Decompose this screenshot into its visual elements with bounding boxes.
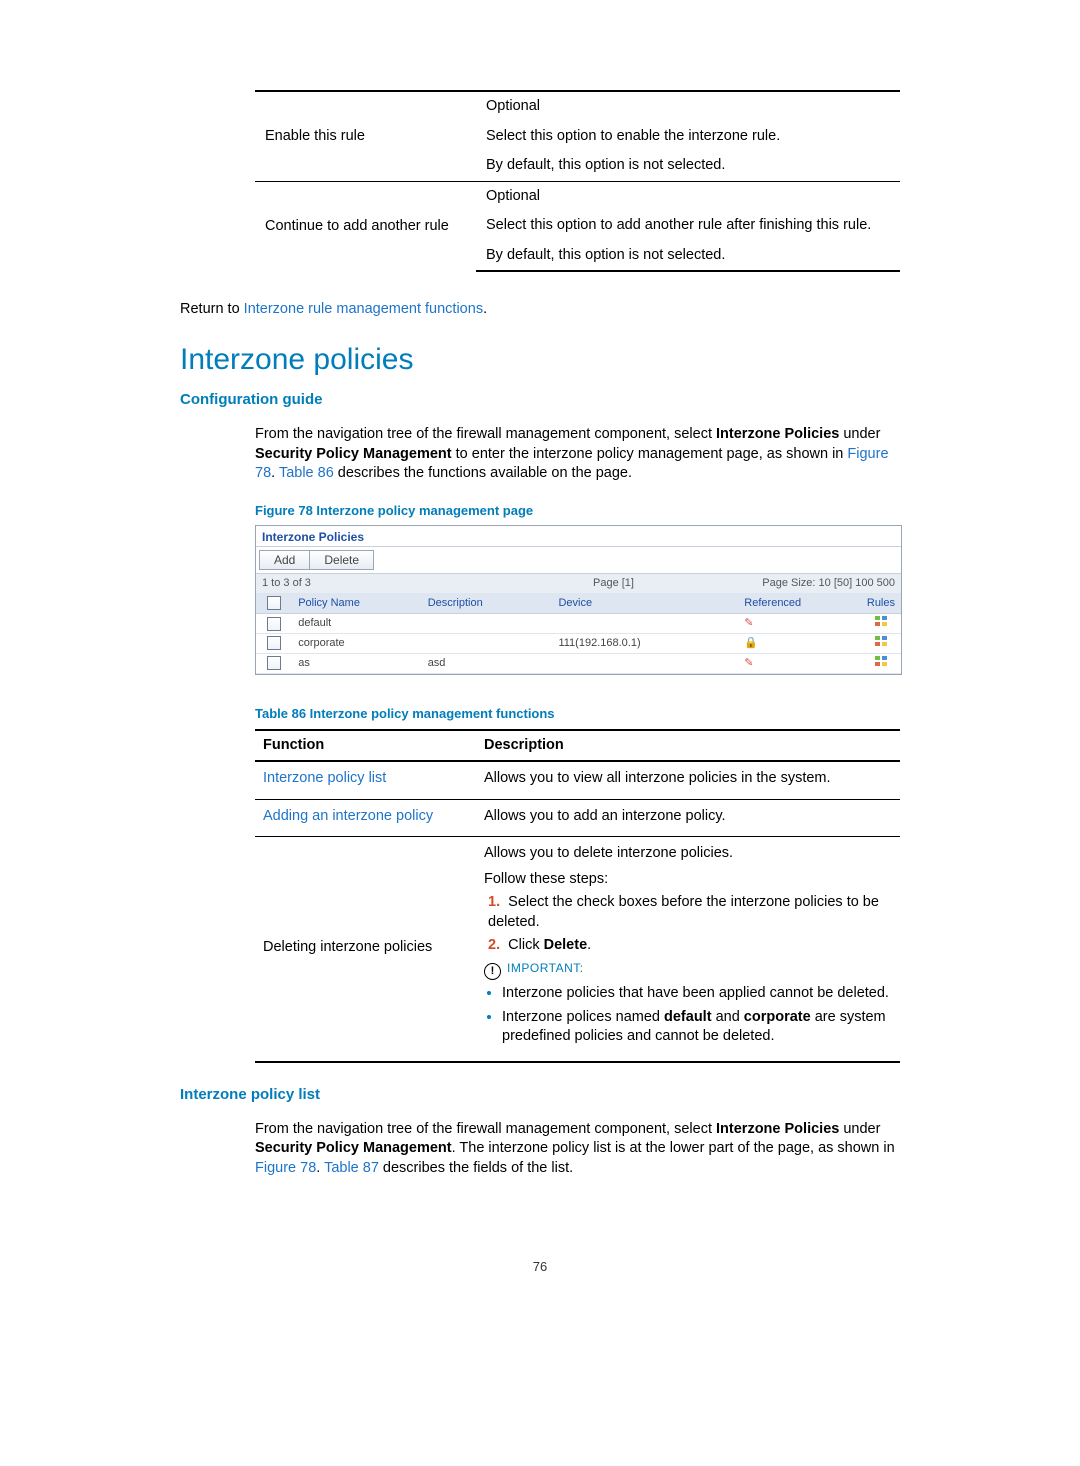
func-desc: Allows you to add an interzone policy. (476, 799, 900, 837)
row-checkbox[interactable] (267, 656, 281, 670)
important-icon: ! (484, 963, 501, 980)
config-guide-heading: Configuration guide (180, 390, 900, 410)
table-row: Interzone policy list Allows you to view… (255, 761, 900, 799)
col-policy-name: Policy Name (292, 593, 421, 614)
page-indicator: Page [1] (548, 574, 679, 593)
function-table: Function Description Interzone policy li… (255, 729, 900, 1063)
rules-icon[interactable] (875, 616, 887, 626)
param-line: Select this option to add another rule a… (476, 211, 900, 241)
rules-icon[interactable] (875, 656, 887, 666)
func-desc: Allows you to view all interzone policie… (476, 761, 900, 799)
policy-list-heading: Interzone policy list (180, 1085, 900, 1105)
record-range: 1 to 3 of 3 (256, 574, 548, 593)
adding-interzone-policy-link[interactable]: Adding an interzone policy (263, 808, 433, 824)
param-label: Enable this rule (255, 91, 476, 181)
edit-icon[interactable]: ✎ (744, 617, 753, 629)
return-line: Return to Interzone rule management func… (180, 300, 900, 320)
add-button[interactable]: Add (259, 550, 310, 570)
col-referenced: Referenced (738, 593, 861, 614)
policy-list-para: From the navigation tree of the firewall… (255, 1120, 900, 1179)
config-guide-para: From the navigation tree of the firewall… (255, 425, 900, 484)
lock-icon: 🔒 (744, 637, 758, 649)
figure-link[interactable]: Figure 78 (255, 1160, 316, 1176)
rules-icon[interactable] (875, 636, 887, 646)
col-description: Description (422, 593, 553, 614)
table-caption: Table 86 Interzone policy management fun… (255, 705, 900, 723)
func-header-description: Description (476, 730, 900, 762)
return-link[interactable]: Interzone rule management functions (244, 301, 483, 317)
figure-caption: Figure 78 Interzone policy management pa… (255, 502, 900, 520)
table-link[interactable]: Table 86 (279, 465, 334, 481)
param-line: By default, this option is not selected. (476, 241, 900, 272)
table-row: default ✎ (256, 614, 901, 634)
param-line: Optional (476, 181, 900, 211)
page-size: Page Size: 10 [50] 100 500 (679, 574, 901, 593)
important-label: ! IMPORTANT: (484, 959, 892, 980)
policy-grid: Policy Name Description Device Reference… (256, 593, 901, 674)
deleting-policies-label: Deleting interzone policies (255, 837, 476, 1062)
parameter-table: Enable this rule Optional Select this op… (255, 90, 900, 272)
page-number: 76 (180, 1258, 900, 1276)
interzone-policy-list-link[interactable]: Interzone policy list (263, 770, 386, 786)
param-label: Continue to add another rule (255, 181, 476, 271)
fig-status-bar: 1 to 3 of 3 Page [1] Page Size: 10 [50] … (256, 574, 901, 593)
figure-78-screenshot: Interzone Policies Add Delete 1 to 3 of … (255, 525, 902, 675)
list-item: Interzone polices named default and corp… (502, 1008, 892, 1047)
list-item: Interzone policies that have been applie… (502, 984, 892, 1004)
fig-panel-title: Interzone Policies (256, 526, 901, 546)
row-checkbox[interactable] (267, 636, 281, 650)
edit-icon[interactable]: ✎ (744, 657, 753, 669)
table-link[interactable]: Table 87 (324, 1160, 379, 1176)
param-line: By default, this option is not selected. (476, 151, 900, 181)
col-rules: Rules (861, 593, 901, 614)
table-row: Deleting interzone policies Allows you t… (255, 837, 900, 1062)
delete-button[interactable]: Delete (310, 550, 374, 570)
param-line: Select this option to enable the interzo… (476, 122, 900, 152)
col-device: Device (552, 593, 738, 614)
param-line: Optional (476, 91, 900, 122)
func-desc: Allows you to delete interzone policies.… (476, 837, 900, 1062)
func-header-function: Function (255, 730, 476, 762)
select-all-checkbox[interactable] (267, 596, 281, 610)
table-row: as asd ✎ (256, 654, 901, 674)
section-title: Interzone policies (180, 340, 900, 381)
table-row: corporate 111(192.168.0.1) 🔒 (256, 634, 901, 654)
table-row: Adding an interzone policy Allows you to… (255, 799, 900, 837)
row-checkbox[interactable] (267, 617, 281, 631)
